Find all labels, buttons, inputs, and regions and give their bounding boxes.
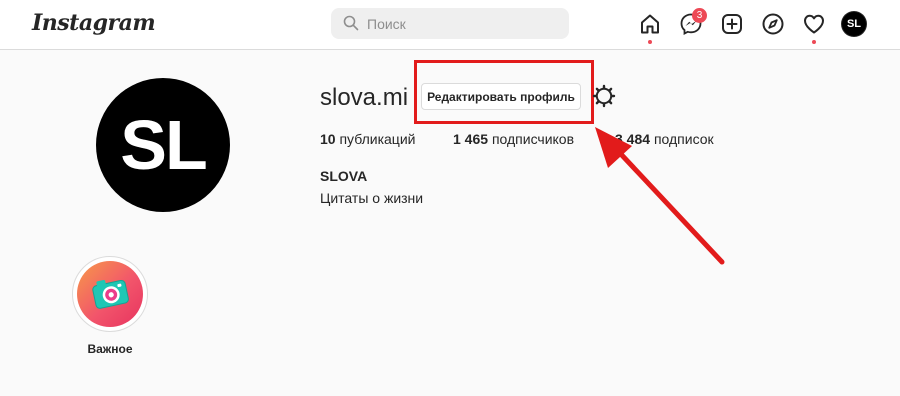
profile-bio: Цитаты о жизни [320,190,424,206]
highlight-cover [77,261,143,327]
following-count-value: 3 484 [615,131,651,147]
home-icon [641,14,659,34]
followers-count-value: 1 465 [453,131,489,147]
activity-notification-dot [812,40,816,44]
activity-button[interactable] [802,12,826,36]
followers-count[interactable]: 1 465 подписчиков [453,131,574,147]
messages-badge: 3 [692,8,707,23]
plus-square-icon [722,14,742,34]
gear-icon[interactable] [592,84,616,108]
search-icon [343,15,359,31]
story-highlight-important[interactable] [72,256,148,332]
profile-avatar-button[interactable]: SL [842,12,866,36]
heart-icon [804,14,824,34]
annotation-highlight-box [414,60,594,124]
search-box[interactable] [331,8,569,39]
following-count-label: подписок [653,131,714,147]
search-input[interactable] [367,8,562,39]
top-navigation-bar: Instagram 3 [0,0,900,50]
posts-count-value: 10 [320,131,336,147]
following-count[interactable]: 3 484 подписок [615,131,714,147]
story-highlight-label: Важное [87,342,133,356]
profile-username: slova.mi [320,84,409,111]
profile-full-name: SLOVA [320,168,368,184]
profile-avatar[interactable]: SL [96,78,230,212]
posts-count: 10 публикаций [320,131,415,147]
home-notification-dot [648,40,652,44]
instagram-logo[interactable]: Instagram [32,10,156,36]
compass-icon [762,13,784,35]
explore-button[interactable] [761,12,785,36]
home-button[interactable] [638,12,662,36]
posts-count-label: публикаций [339,131,416,147]
new-post-button[interactable] [720,12,744,36]
camera-icon [92,279,129,309]
followers-count-label: подписчиков [491,131,575,147]
